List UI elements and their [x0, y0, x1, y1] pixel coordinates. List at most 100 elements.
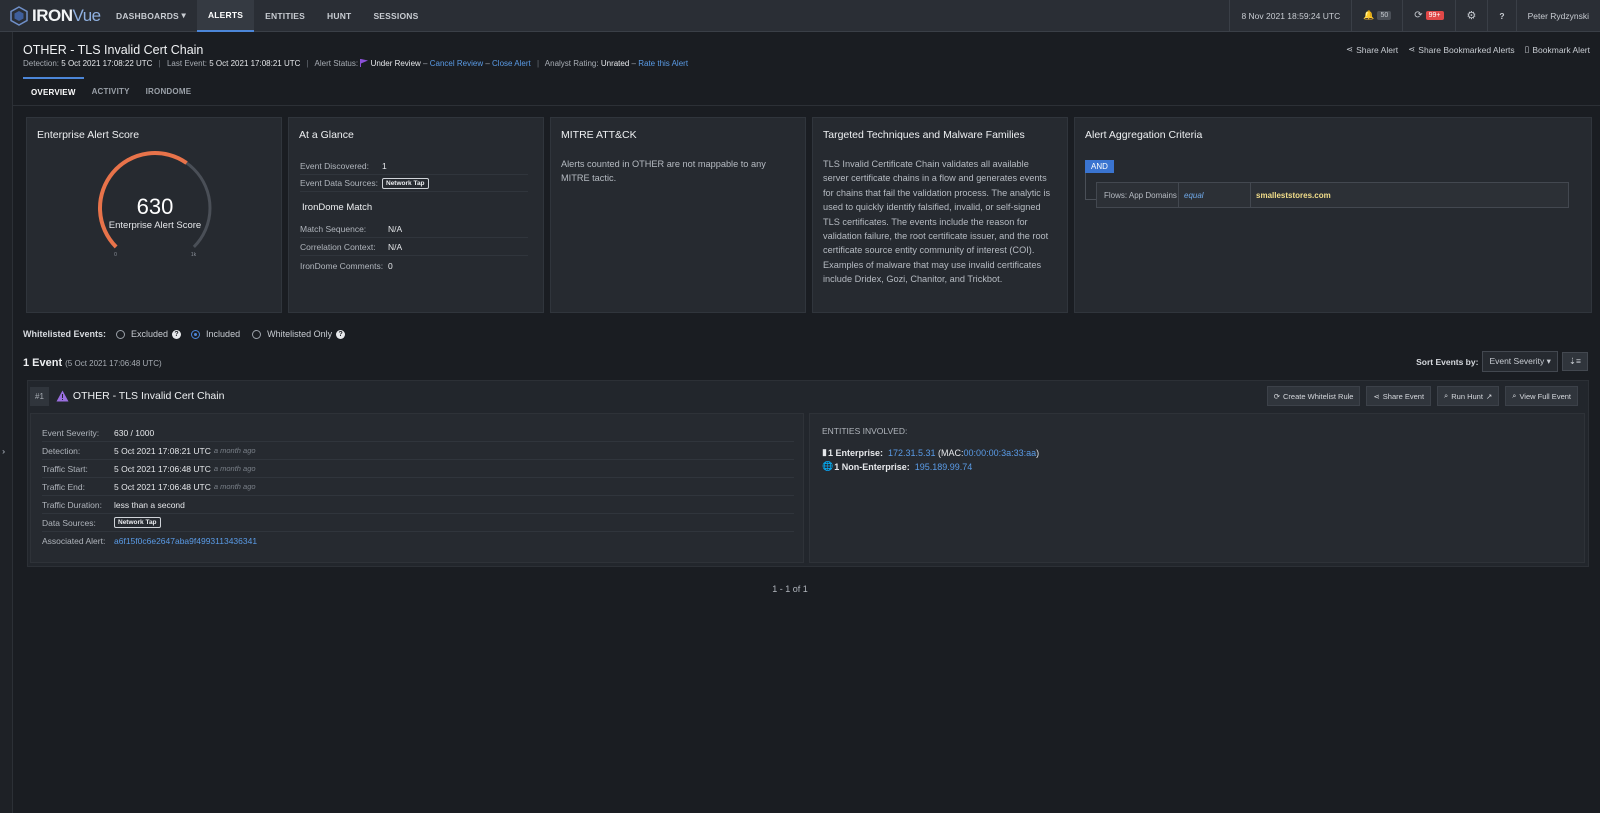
pagination-info: 1 - 1 of 1 — [772, 584, 808, 594]
bookmark-alert-button[interactable]: ▯ Bookmark Alert — [1525, 44, 1590, 55]
refresh-icon: ⟳ — [1414, 10, 1423, 21]
data-sources-row: Data Sources: Network Tap — [42, 514, 794, 532]
view-full-event-button[interactable]: ⌕ View Full Event — [1505, 386, 1578, 406]
event-item: #1 OTHER - TLS Invalid Cert Chain ⟳ Creat… — [27, 380, 1589, 567]
help-icon[interactable]: ? — [336, 329, 346, 339]
nav-hunt[interactable]: HUNT — [316, 0, 362, 32]
score-card: Enterprise Alert Score 0 1k 630 Enterpri… — [26, 117, 282, 313]
event-count-time: (5 Oct 2021 17:06:48 UTC) — [65, 359, 162, 368]
nav-alerts[interactable]: ALERTS — [196, 0, 255, 32]
radio-included-label[interactable]: Included — [206, 329, 240, 339]
settings-button[interactable]: ⚙ — [1454, 0, 1488, 32]
alert-tabs: OVERVIEW ACTIVITY IRONDOME — [23, 77, 199, 105]
cancel-review-link[interactable]: Cancel Review — [430, 59, 483, 68]
notifications-button[interactable]: 🔔 50 — [1351, 0, 1402, 32]
divider: | — [306, 59, 309, 68]
search-icon: ⌕ — [1512, 391, 1517, 400]
comments-label: IronDome Comments: — [300, 260, 384, 271]
criterion-operator: equal — [1179, 183, 1251, 207]
dash: – — [485, 59, 490, 68]
hunt-icon: ⌕ — [1444, 391, 1449, 400]
sync-button[interactable]: ⟳ 99+ — [1402, 0, 1454, 32]
enterprise-mac-link[interactable]: 00:00:00:3a:33:aa — [964, 448, 1037, 458]
radio-included[interactable] — [191, 329, 201, 339]
help-button[interactable]: ? — [1487, 0, 1515, 32]
comments-row: IronDome Comments: 0 — [300, 257, 528, 274]
share-bookmarked-button[interactable]: ⋖ Share Bookmarked Alerts — [1408, 44, 1515, 55]
nav-dashboards[interactable]: DASHBOARDS ▾ — [105, 0, 197, 32]
nav-sessions[interactable]: SESSIONS — [362, 0, 429, 32]
corr-context-row: Correlation Context: N/A — [300, 239, 528, 256]
share-event-button[interactable]: ⋖ Share Event — [1366, 386, 1432, 406]
radio-whitelisted-only-label[interactable]: Whitelisted Only — [267, 329, 332, 339]
create-whitelist-label: Create Whitelist Rule — [1283, 391, 1354, 401]
associated-alert-link[interactable]: a6f15f0c6e2647aba9f4993113436341 — [114, 536, 257, 546]
sort-desc-icon: ⇣≡ — [1568, 356, 1581, 366]
header-actions: ⋖ Share Alert ⋖ Share Bookmarked Alerts ▯ B… — [1346, 44, 1590, 55]
match-seq-row: Match Sequence: N/A — [300, 221, 528, 238]
event-detection-label: Detection: — [42, 445, 81, 456]
tab-overview[interactable]: OVERVIEW — [23, 77, 84, 105]
event-discovered-value: 1 — [382, 161, 387, 171]
detection-value: 5 Oct 2021 17:08:22 UTC — [61, 59, 153, 68]
radio-excluded[interactable] — [116, 329, 126, 339]
aggregation-card-title: Alert Aggregation Criteria — [1085, 129, 1203, 141]
severity-row: Event Severity: 630 / 1000 — [42, 424, 794, 442]
gauge-max-label: 1k — [191, 252, 197, 258]
sort-select[interactable]: Event Severity ▾ — [1482, 351, 1558, 372]
help-icon[interactable]: ? — [172, 329, 182, 339]
refresh-icon: ⟳ — [1273, 391, 1281, 401]
user-menu[interactable]: Peter Rydzynski — [1515, 0, 1600, 32]
non-enterprise-ip-link[interactable]: 195.189.99.74 — [915, 462, 973, 472]
relative-time: a month ago — [213, 464, 256, 473]
severity-label: Event Severity: — [42, 427, 100, 438]
create-whitelist-rule-button[interactable]: ⟳ Create Whitelist Rule — [1266, 386, 1361, 406]
data-sources-label: Data Sources: — [42, 517, 96, 528]
share-alert-label: Share Alert — [1356, 44, 1399, 55]
non-enterprise-label: 1 Non-Enterprise: — [834, 461, 910, 472]
dash: – — [631, 59, 636, 68]
corr-context-value: N/A — [388, 242, 403, 252]
aggregation-criterion: Flows: App Domains equal smalleststores.… — [1096, 182, 1569, 208]
logo-icon — [10, 5, 28, 26]
rating-label: Analyst Rating: — [544, 59, 599, 68]
tab-activity[interactable]: ACTIVITY — [84, 77, 138, 105]
nav-dashboards-label: DASHBOARDS — [116, 10, 179, 21]
associated-alert-row: Associated Alert: a6f15f0c6e2647aba9f4993… — [42, 532, 794, 550]
mac-prefix: (MAC: — [938, 447, 964, 458]
mitre-card: MITRE ATT&CK Alerts counted in OTHER are… — [550, 117, 806, 313]
tab-irondome[interactable]: IRONDOME — [138, 77, 200, 105]
run-hunt-button[interactable]: ⌕ Run Hunt ↗ — [1437, 386, 1500, 406]
event-header: #1 OTHER - TLS Invalid Cert Chain ⟳ Creat… — [28, 381, 1588, 411]
sort-order-button[interactable]: ⇣≡ — [1561, 352, 1588, 371]
source-badge: Network Tap — [382, 177, 429, 189]
whitelist-filter: Whitelisted Events: Excluded ? Included … — [23, 329, 351, 339]
radio-excluded-label[interactable]: Excluded — [131, 329, 168, 339]
enterprise-entity: ▮ 1 Enterprise: 172.31.5.31 (MAC: 00:00:… — [822, 447, 1039, 458]
close-alert-link[interactable]: Close Alert — [492, 59, 531, 68]
warning-icon — [56, 390, 69, 402]
event-sources-label: Event Data Sources: — [300, 178, 378, 188]
caret-down-icon: ▾ — [181, 10, 186, 20]
globe-icon: 🌐 — [822, 461, 834, 471]
event-sources-row: Event Data Sources: Network Tap — [300, 175, 528, 192]
share-alert-button[interactable]: ⋖ Share Alert — [1346, 44, 1398, 55]
radio-whitelisted-only[interactable] — [252, 329, 262, 339]
rating-value: Unrated — [600, 59, 630, 68]
event-details: Event Severity: 630 / 1000 Detection: 5 Oc… — [30, 413, 804, 563]
expand-handle-icon[interactable]: ›› — [2, 447, 6, 456]
score-label: Enterprise Alert Score — [108, 220, 202, 231]
traffic-start-row: Traffic Start: 5 Oct 2021 17:06:48 UTC a m… — [42, 460, 794, 478]
corr-context-label: Correlation Context: — [300, 242, 376, 252]
app-logo[interactable]: IRON Vue — [0, 6, 105, 26]
event-number: #1 — [30, 386, 49, 406]
enterprise-ip-link[interactable]: 172.31.5.31 — [888, 448, 936, 458]
share-icon: ⋖ — [1408, 44, 1416, 54]
nav-entities[interactable]: ENTITIES — [254, 0, 316, 32]
rate-alert-link[interactable]: Rate this Alert — [638, 59, 688, 68]
logo-text-vue: Vue — [72, 5, 102, 25]
divider: | — [158, 59, 161, 68]
status-label: Alert Status: — [314, 59, 359, 68]
entities-label: ENTITIES INVOLVED: — [822, 426, 908, 436]
entities-panel: ENTITIES INVOLVED: ▮ 1 Enterprise: 172.3… — [809, 413, 1585, 563]
